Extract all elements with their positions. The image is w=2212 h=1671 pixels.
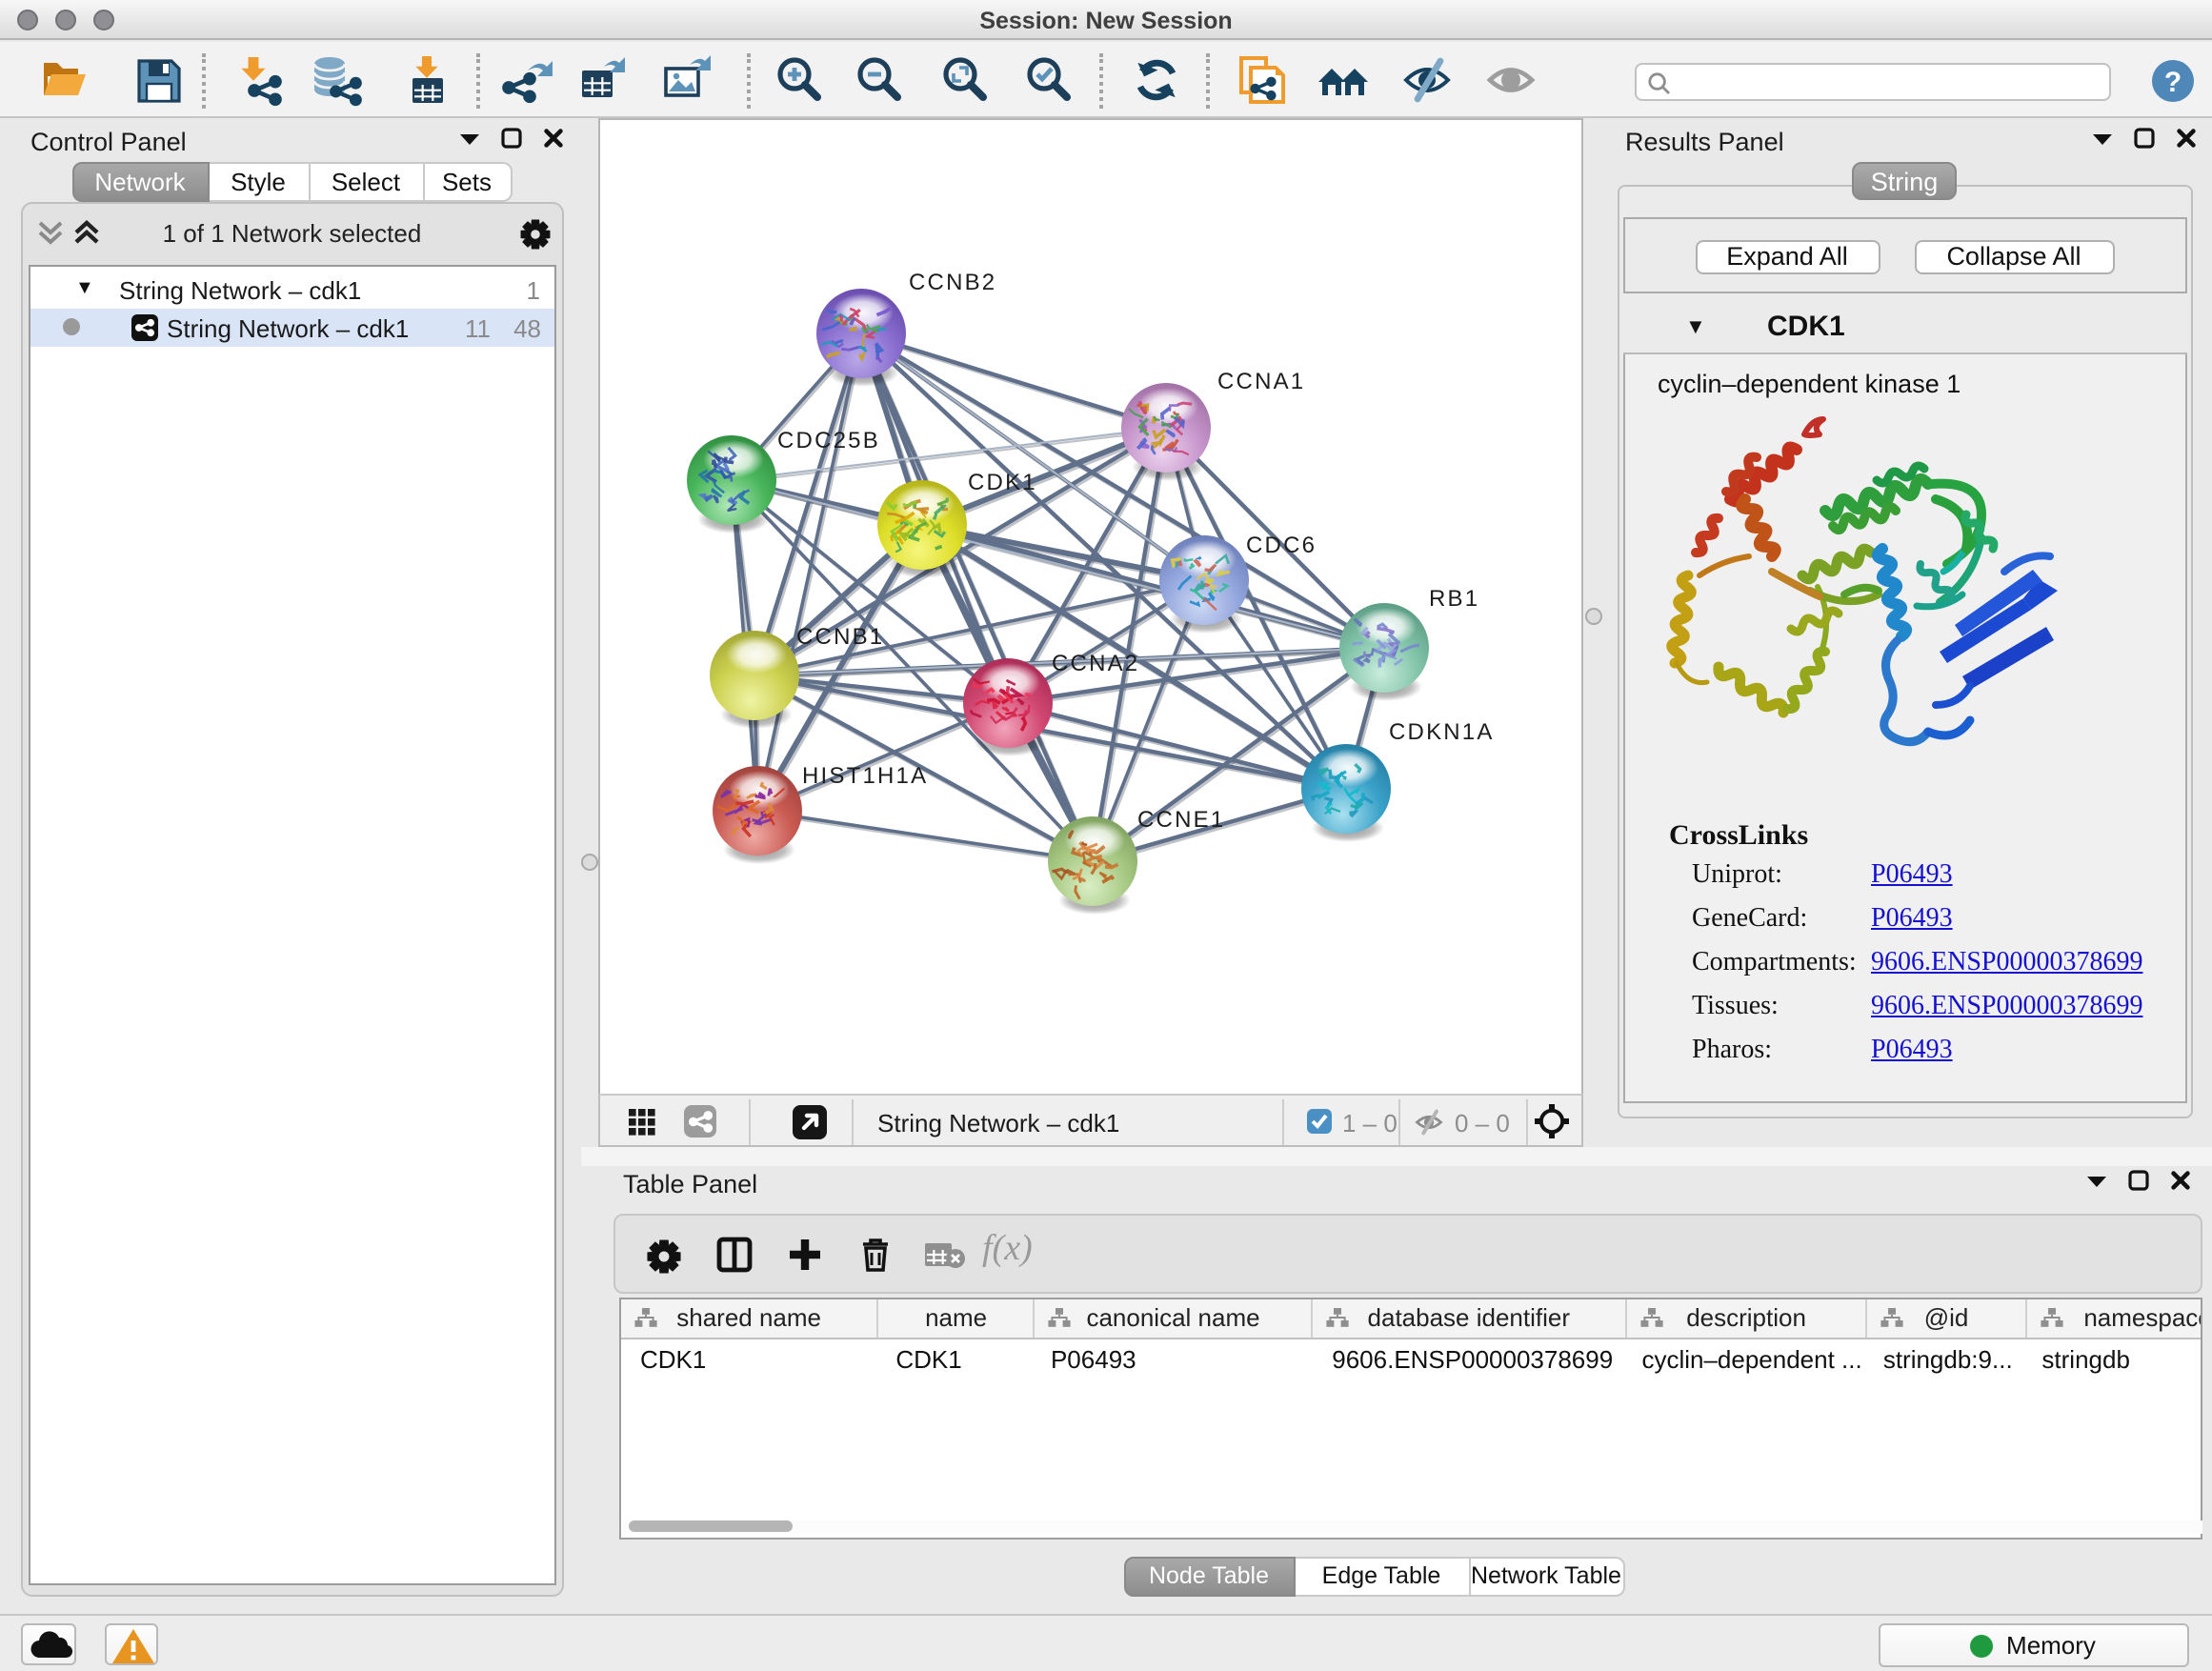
svg-text:CDK1: CDK1 xyxy=(968,470,1037,495)
svg-text:CDKN1A: CDKN1A xyxy=(1389,719,1495,745)
svg-text:CCNB1: CCNB1 xyxy=(796,624,884,650)
svg-text:CDC25B: CDC25B xyxy=(777,428,880,453)
svg-text:?: ? xyxy=(2164,66,2182,97)
svg-text:CCNE1: CCNE1 xyxy=(1137,807,1225,833)
svg-text:CCNA2: CCNA2 xyxy=(1052,651,1139,676)
svg-text:RB1: RB1 xyxy=(1429,586,1479,612)
svg-text:HIST1H1A: HIST1H1A xyxy=(802,763,928,789)
svg-text:CDC6: CDC6 xyxy=(1246,533,1317,558)
svg-text:CCNA1: CCNA1 xyxy=(1217,369,1305,394)
svg-text:CCNB2: CCNB2 xyxy=(909,270,996,295)
